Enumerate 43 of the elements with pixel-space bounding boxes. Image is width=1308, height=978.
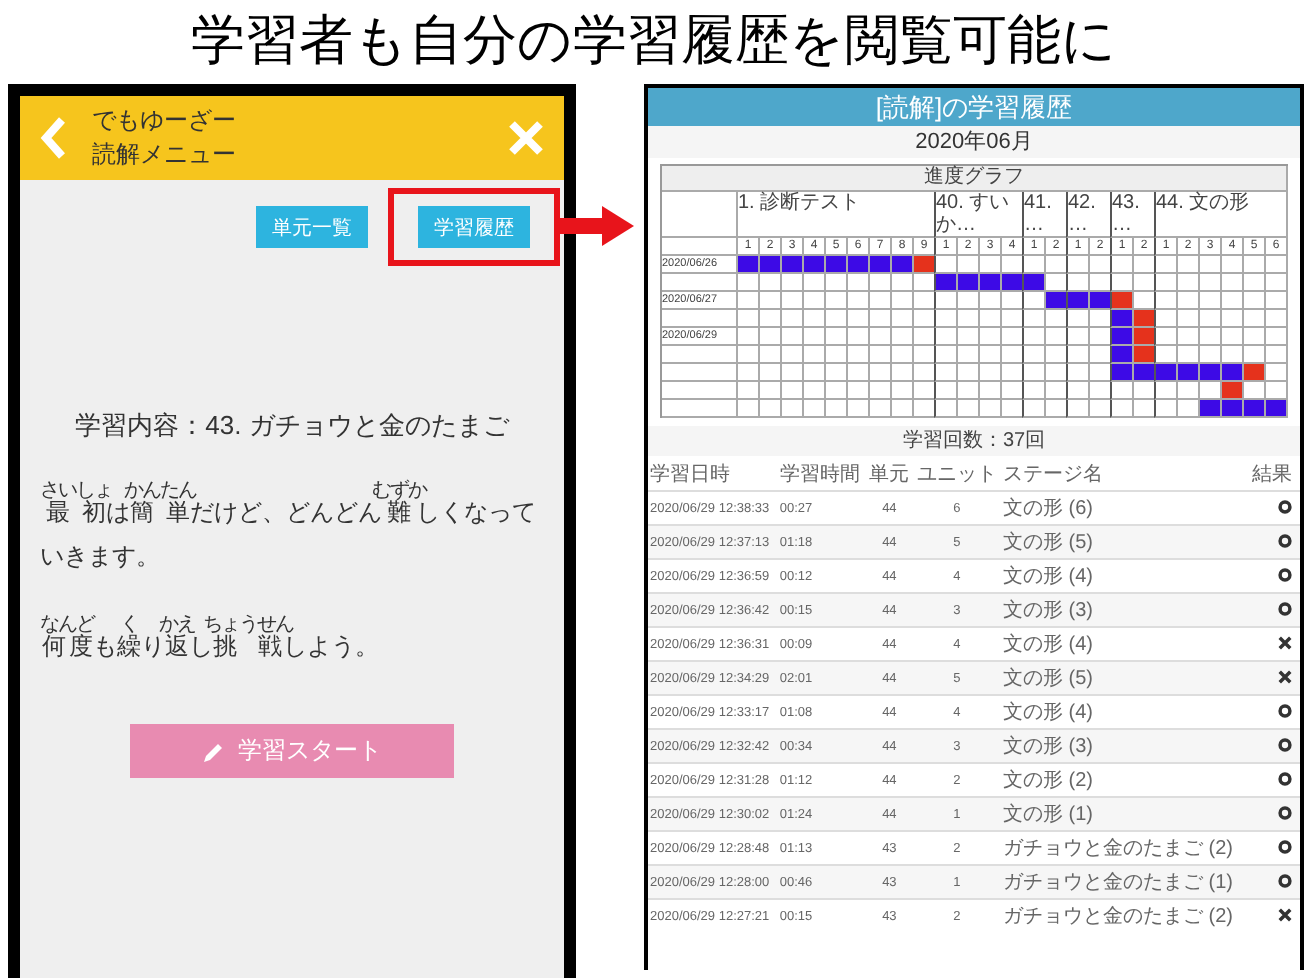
graph-title: 進度グラフ — [662, 166, 1288, 192]
panel-title: [読解]の学習履歴 — [648, 88, 1300, 126]
column-header: 学習日時 — [648, 456, 778, 491]
headline: 学習者も自分の学習履歴を閲覧可能に — [191, 8, 1117, 74]
grid-cell — [662, 364, 738, 382]
study-count: 学習回数：37回 — [648, 426, 1300, 456]
back-icon — [40, 116, 68, 160]
column-header: 学習時間 — [777, 456, 867, 491]
column-header: 単元 — [866, 456, 913, 491]
month-label: 2020年06月 — [648, 126, 1300, 158]
close-icon — [508, 120, 544, 156]
unit-label: 41. … — [1022, 192, 1068, 238]
unit-label: 44. 文の形 — [1154, 192, 1288, 238]
table-cell: 文の形 (3) — [1000, 729, 1248, 763]
unit-list-button[interactable]: 単元一覧 — [256, 205, 368, 247]
instruction-text: 最初 さいしょ は簡単 かんたん だけど、どんどん 難 むずか しくなっていきます。 — [40, 480, 538, 574]
grid-cell — [662, 400, 738, 418]
grid-cell — [662, 192, 738, 238]
pencil-icon — [202, 739, 226, 763]
grid-cell — [662, 382, 738, 400]
grid-cell — [662, 310, 738, 328]
unit-label: 1. 診断テスト — [738, 192, 936, 238]
grid-cell — [662, 346, 738, 364]
content-title: 学習内容：43. ガチョウと金のたまご — [73, 408, 512, 444]
instruction-text: 何度 なんど も繰 く り 返 かえ し挑戦 ちょうせん しよう。 — [40, 614, 381, 664]
unit-label: 43. … — [1110, 192, 1156, 238]
menu-title: 読解メニュー — [92, 140, 238, 170]
start-button[interactable]: 学習スタート — [130, 724, 454, 778]
column-header: ユニット — [912, 456, 1001, 491]
grid-cell — [662, 238, 738, 256]
column-header: 結果 — [1247, 456, 1300, 491]
history-button[interactable]: 学習履歴 — [418, 205, 530, 247]
table-cell: 文の形 (3) — [1000, 593, 1248, 627]
user-name: でもゆーざー — [92, 106, 238, 136]
table-cell: ガチョウと金のたまご (1) — [1000, 865, 1248, 899]
table-cell: 文の形 (1) — [1000, 797, 1248, 831]
table-cell: 文の形 (5) — [1000, 525, 1248, 559]
grid-cell — [662, 274, 738, 292]
column-header: ステージ名 — [1000, 456, 1248, 491]
unit-label: 42. … — [1066, 192, 1112, 238]
table-cell: 文の形 (5) — [1000, 661, 1248, 695]
table-cell: ガチョウと金のたまご (2) — [1000, 899, 1248, 932]
unit-label: 40. すいか… — [934, 192, 1024, 238]
